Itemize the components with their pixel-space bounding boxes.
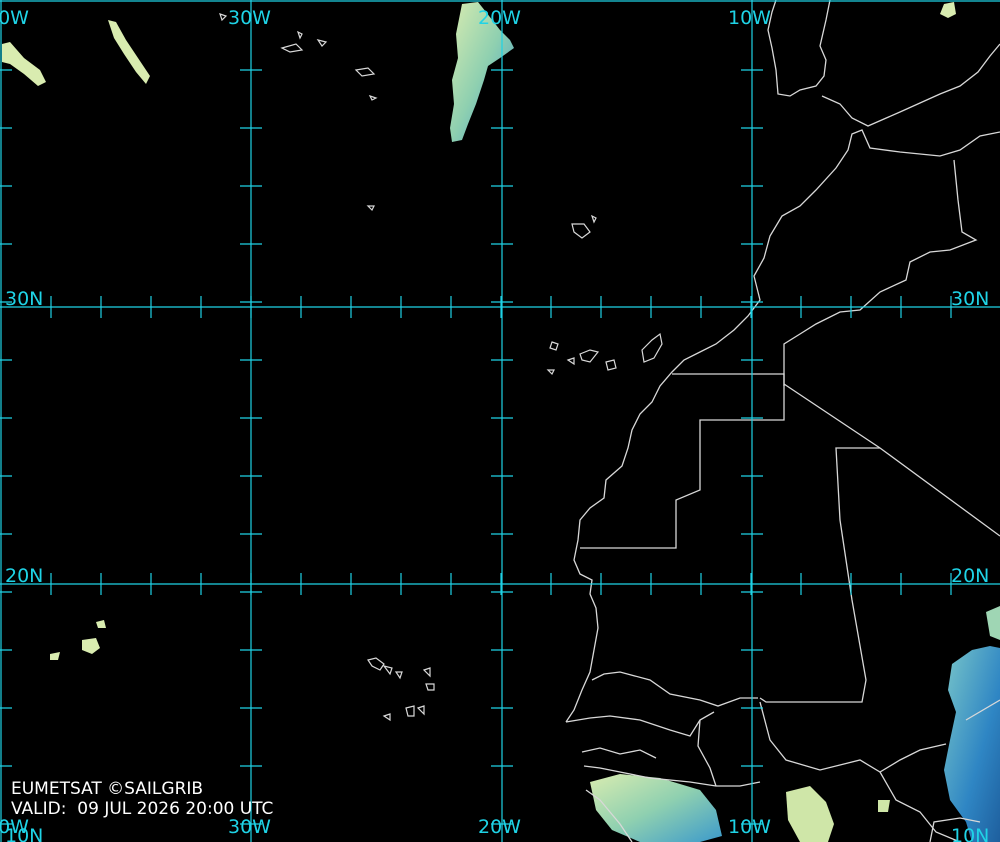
lat-label-30n-right: 30N <box>951 288 989 310</box>
lat-label-10n-left: 10N <box>5 825 43 842</box>
credit-text: EUMETSAT ©SAILGRIB <box>11 779 204 799</box>
lat-label-10n-right: 10N <box>951 825 989 842</box>
lat-label-20n-right: 20N <box>951 565 989 587</box>
map-background <box>0 0 1000 842</box>
lon-label-30w-top: 30W <box>228 7 271 29</box>
lon-label-10w-top: 10W <box>728 7 771 29</box>
lon-label-30w-bottom: 30W <box>228 816 271 838</box>
valid-time-row: VALID: 09 JUL 2026 20:00 UTC <box>11 799 273 819</box>
lat-label-30n-left: 30N <box>5 288 43 310</box>
lon-label-40w-top: 40W <box>0 7 29 29</box>
satellite-map[interactable]: 40W 30W 20W 10W 30N 30N 20N 20N 40W 30W … <box>0 0 1000 842</box>
lat-label-20n-left: 20N <box>5 565 43 587</box>
cloud-small-east <box>878 800 890 812</box>
lon-label-20w-top: 20W <box>478 7 521 29</box>
lon-label-20w-bottom: 20W <box>478 816 521 838</box>
valid-label: VALID: <box>11 799 67 819</box>
valid-time: 09 JUL 2026 20:00 UTC <box>77 799 274 819</box>
lon-label-10w-bottom: 10W <box>728 816 771 838</box>
